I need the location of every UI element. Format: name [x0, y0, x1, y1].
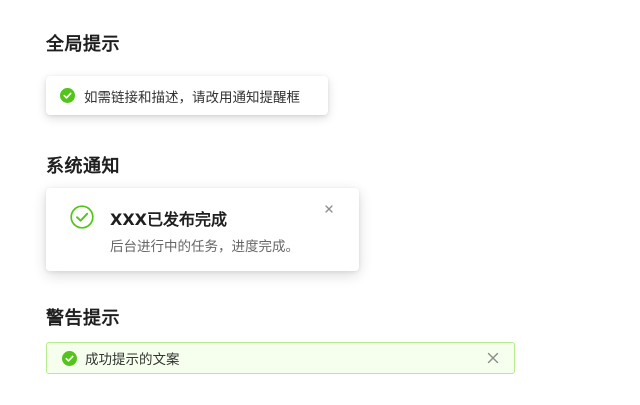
close-icon[interactable]	[322, 202, 336, 216]
section-title-warning-alert: 警告提示	[46, 308, 120, 329]
check-circle-filled-icon	[60, 88, 75, 103]
section-title-system-notification: 系统通知	[46, 156, 120, 177]
notification-heading: XXX已发布完成	[110, 210, 228, 229]
global-message-text: 如需链接和描述，请改用通知提醒框	[84, 89, 300, 106]
check-circle-filled-icon	[62, 350, 77, 366]
section-title-global-message: 全局提示	[46, 34, 120, 55]
alert-text: 成功提示的文案	[85, 352, 180, 368]
success-alert-bar: 成功提示的文案	[46, 342, 515, 374]
close-icon[interactable]	[486, 351, 500, 365]
check-circle-outline-icon	[70, 205, 94, 229]
notification-description: 后台进行中的任务，进度完成。	[110, 239, 299, 255]
system-notification-card: XXX已发布完成 后台进行中的任务，进度完成。	[46, 188, 359, 271]
page: 全局提示 如需链接和描述，请改用通知提醒框 系统通知 XXX已发布完成 后台进行…	[0, 0, 640, 405]
global-message-toast: 如需链接和描述，请改用通知提醒框	[46, 76, 328, 115]
